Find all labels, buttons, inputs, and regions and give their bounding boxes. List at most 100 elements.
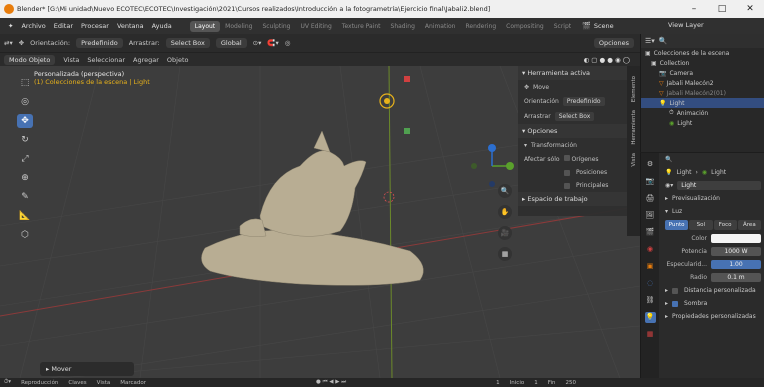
outliner-item-light[interactable]: 💡 Light xyxy=(641,98,764,108)
tab-sculpting[interactable]: Sculpting xyxy=(257,21,295,32)
menu-agregar[interactable]: Agregar xyxy=(133,56,159,64)
mode-dropdown[interactable]: Modo Objeto xyxy=(4,54,56,65)
blender-menu-icon[interactable]: ✦ xyxy=(4,22,17,30)
menu-procesar[interactable]: Procesar xyxy=(77,22,113,30)
ortho-toggle-icon[interactable]: ▦ xyxy=(498,247,512,261)
playback-controls[interactable]: ● ⏮ ◀ ▶ ⏭ xyxy=(316,379,346,386)
camera-view-icon[interactable]: 🎥 xyxy=(498,226,512,240)
preview-panel-header[interactable]: ▸ Previsualización xyxy=(661,192,764,205)
outliner-item-animation[interactable]: ⏱ Animación xyxy=(641,108,764,118)
outliner-item-camera[interactable]: 📷 Camera xyxy=(641,68,764,78)
active-tool-header[interactable]: ▾ Herramienta activa xyxy=(518,66,628,80)
proportional-edit-icon[interactable]: ◎ xyxy=(285,39,291,47)
close-button[interactable]: ✕ xyxy=(736,0,764,18)
tab-layout[interactable]: Layout xyxy=(189,20,221,32)
move-tool-icon[interactable]: ✥ xyxy=(19,39,24,47)
light-type-point[interactable]: Punto xyxy=(665,220,689,230)
tab-vista[interactable]: Vista xyxy=(631,153,637,167)
parents-row[interactable]: Principales xyxy=(518,179,628,192)
orientation-dropdown[interactable]: Predefinido xyxy=(562,97,605,106)
measure-tool-icon[interactable]: 📐 xyxy=(17,209,33,223)
tab-modeling[interactable]: Modeling xyxy=(220,21,257,32)
last-operator-panel[interactable]: ▸ Mover xyxy=(40,362,134,376)
minimize-button[interactable]: – xyxy=(680,0,708,18)
world-tab-icon[interactable]: ◉ xyxy=(645,244,656,255)
datablock-field[interactable]: Light xyxy=(677,181,761,190)
constraints-tab-icon[interactable]: ⛓ xyxy=(645,295,656,306)
menu-archivo[interactable]: Archivo xyxy=(17,22,49,30)
transform-orientation-dropdown[interactable]: Global xyxy=(215,38,247,48)
tab-texture-paint[interactable]: Texture Paint xyxy=(337,21,386,32)
menu-editar[interactable]: Editar xyxy=(50,22,77,30)
menu-ventana[interactable]: Ventana xyxy=(113,22,148,30)
menu-objeto[interactable]: Objeto xyxy=(167,56,189,64)
tab-rendering[interactable]: Rendering xyxy=(460,21,501,32)
outliner-item-mesh-2[interactable]: ▽ Jabali Malecón2(01) xyxy=(641,88,764,98)
editor-type-icon[interactable]: ⇄▾ xyxy=(4,39,13,47)
render-tab-icon[interactable]: 📷 xyxy=(645,176,656,187)
custom-props-row[interactable]: ▸ Propiedades personalizadas xyxy=(661,310,764,323)
pivot-icon[interactable]: ⊙▾ xyxy=(253,39,262,47)
drag-dropdown[interactable]: Select Box xyxy=(554,112,595,121)
options-header[interactable]: ▾ Opciones xyxy=(518,124,628,138)
rotate-tool-icon[interactable]: ↻ xyxy=(17,133,33,147)
options-dropdown[interactable]: Opciones xyxy=(593,38,634,48)
tab-animation[interactable]: Animation xyxy=(420,21,461,32)
select-tool-icon[interactable]: ⬚ xyxy=(17,76,33,90)
transform-header[interactable]: ▾ Transformación xyxy=(518,139,628,152)
viewport-shading-icons[interactable]: ◐ ▢ ● ● ◉ ◯ xyxy=(584,56,630,64)
outliner-item-mesh-1[interactable]: ▽ Jabali Malecón2 xyxy=(641,78,764,88)
datablock-icon[interactable]: ◉▾ xyxy=(665,182,673,189)
menu-seleccionar[interactable]: Seleccionar xyxy=(87,56,125,64)
search-icon[interactable]: 🔍 xyxy=(659,37,668,45)
zoom-icon[interactable]: 🔍 xyxy=(498,184,512,198)
scene-selector[interactable]: 🎬 Scene xyxy=(582,22,614,30)
current-frame[interactable]: 1 xyxy=(496,380,500,386)
pan-icon[interactable]: ✋ xyxy=(498,205,512,219)
menu-ayuda[interactable]: Ayuda xyxy=(148,22,176,30)
light-type-sun[interactable]: Sol xyxy=(689,220,713,230)
positions-row[interactable]: Posiciones xyxy=(518,166,628,179)
light-panel-header[interactable]: ▾ Luz xyxy=(661,205,764,218)
transform-tool-icon[interactable]: ⊕ xyxy=(17,171,33,185)
drag-dropdown[interactable]: Select Box xyxy=(165,38,210,48)
tab-uv-editing[interactable]: UV Editing xyxy=(295,21,336,32)
color-swatch[interactable] xyxy=(711,234,761,243)
tab-compositing[interactable]: Compositing xyxy=(501,21,549,32)
radius-field[interactable]: 0.1 m xyxy=(711,273,761,282)
tab-herramienta[interactable]: Herramienta xyxy=(631,110,637,145)
menu-vista-timeline[interactable]: Vista xyxy=(97,380,111,386)
light-type-area[interactable]: Área xyxy=(737,220,761,230)
cursor-tool-icon[interactable]: ◎ xyxy=(17,95,33,109)
tool-tab-icon[interactable]: ⚙ xyxy=(645,159,656,170)
menu-marcador[interactable]: Marcador xyxy=(120,380,146,386)
properties-search[interactable]: 🔍 xyxy=(661,153,764,166)
physics-tab-icon[interactable]: ◌ xyxy=(645,278,656,289)
light-type-spot[interactable]: Foco xyxy=(713,220,737,230)
outliner-item-light-data[interactable]: ◉ Light xyxy=(641,118,764,128)
outliner-root[interactable]: ▣ Colecciones de la escena xyxy=(641,48,764,58)
specular-field[interactable]: 1.00 xyxy=(711,260,761,269)
orientation-dropdown[interactable]: Predefinido xyxy=(76,38,123,48)
light-data-tab-icon[interactable]: 💡 xyxy=(644,312,656,323)
timeline-editor-icon[interactable]: ⏱▾ xyxy=(4,379,11,386)
tab-elemento[interactable]: Elemento xyxy=(631,76,637,102)
editor-type-icon[interactable]: ☰▾ xyxy=(645,37,655,45)
view-layer-tab-icon[interactable]: 🖼 xyxy=(645,210,656,221)
scene-tab-icon[interactable]: 🎬 xyxy=(645,227,656,238)
menu-reproduccion[interactable]: Reproducción xyxy=(21,380,58,386)
output-tab-icon[interactable]: 🖨 xyxy=(645,193,656,204)
scale-tool-icon[interactable]: ⤢ xyxy=(17,152,33,166)
end-frame[interactable]: 250 xyxy=(566,380,577,386)
snap-icon[interactable]: 🧲▾ xyxy=(267,39,278,47)
texture-tab-icon[interactable]: ▦ xyxy=(645,329,656,340)
origins-checkbox[interactable]: Orígenes xyxy=(563,155,599,163)
tool-name-row[interactable]: ✥ Move xyxy=(518,81,628,94)
tab-script[interactable]: Script xyxy=(549,21,576,32)
start-frame[interactable]: 1 xyxy=(534,380,538,386)
object-tab-icon[interactable]: ▣ xyxy=(645,261,656,272)
tab-shading[interactable]: Shading xyxy=(386,21,420,32)
custom-distance-row[interactable]: ▸ Distancia personalizada xyxy=(661,284,764,297)
shadow-row[interactable]: ▸ Sombra xyxy=(661,297,764,310)
power-field[interactable]: 1000 W xyxy=(711,247,761,256)
